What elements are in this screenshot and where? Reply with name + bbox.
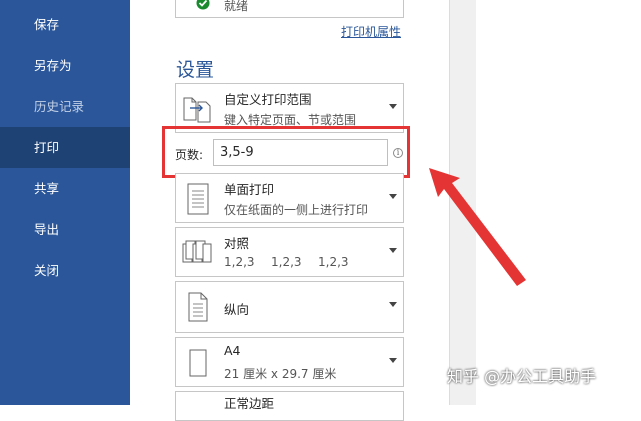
sidebar-item-save-as[interactable]: 另存为	[0, 45, 130, 86]
sidebar-item-share[interactable]: 共享	[0, 168, 130, 209]
pages-input[interactable]	[213, 139, 388, 166]
settings-title: 设置	[176, 59, 215, 81]
chevron-down-icon	[389, 104, 397, 109]
margins-dropdown[interactable]: 正常边距	[175, 391, 404, 421]
paper-size-title: A4	[224, 343, 241, 358]
printer-ready-check-icon	[196, 0, 210, 10]
sidebar-item-print[interactable]: 打印	[0, 127, 130, 168]
sides-title: 单面打印	[224, 182, 275, 197]
collate-icon	[182, 240, 212, 263]
collate-seq-1: 1,2,3	[224, 255, 255, 269]
print-range-title: 自定义打印范围	[224, 92, 312, 107]
print-range-dropdown[interactable]: 自定义打印范围 键入特定页面、节或范围	[175, 83, 404, 133]
portrait-icon	[188, 292, 208, 322]
sidebar-item-close[interactable]: 关闭	[0, 250, 130, 291]
printer-selector[interactable]: 就绪	[175, 0, 404, 18]
single-sided-icon	[187, 183, 209, 215]
chevron-down-icon	[389, 248, 397, 253]
paper-size-dropdown[interactable]: A4 21 厘米 x 29.7 厘米	[175, 337, 404, 387]
collate-seq-2: 1,2,3	[271, 255, 302, 269]
sidebar-item-export[interactable]: 导出	[0, 209, 130, 250]
sides-dropdown[interactable]: 单面打印 仅在纸面的一侧上进行打印	[175, 173, 404, 223]
watermark: 知乎 @办公工具助手	[447, 367, 597, 386]
pages-label: 页数:	[175, 148, 204, 162]
sides-subtitle: 仅在纸面的一侧上进行打印	[224, 203, 369, 217]
printer-status: 就绪	[224, 0, 249, 13]
page-range-icon	[183, 97, 211, 123]
paper-size-subtitle: 21 厘米 x 29.7 厘米	[224, 367, 337, 381]
sidebar: 保存 另存为 历史记录 打印 共享 导出 关闭	[0, 0, 130, 405]
print-range-subtitle: 键入特定页面、节或范围	[224, 113, 357, 127]
collate-title: 对照	[224, 236, 250, 251]
chevron-down-icon	[389, 358, 397, 363]
printer-properties-link[interactable]: 打印机属性	[341, 23, 401, 40]
orientation-title: 纵向	[224, 302, 250, 317]
collate-sequence: 1,2,3 1,2,3 1,2,3	[224, 255, 399, 269]
orientation-dropdown[interactable]: 纵向	[175, 281, 404, 333]
info-icon[interactable]: i	[393, 148, 403, 158]
margins-title: 正常边距	[224, 396, 275, 411]
sidebar-item-save[interactable]: 保存	[0, 4, 130, 45]
chevron-down-icon	[389, 302, 397, 307]
collate-seq-3: 1,2,3	[318, 255, 349, 269]
collate-dropdown[interactable]: 对照 1,2,3 1,2,3 1,2,3	[175, 227, 404, 277]
print-preview-page	[476, 0, 641, 405]
sidebar-item-history[interactable]: 历史记录	[0, 86, 130, 127]
paper-size-icon	[189, 349, 207, 377]
chevron-down-icon	[389, 194, 397, 199]
